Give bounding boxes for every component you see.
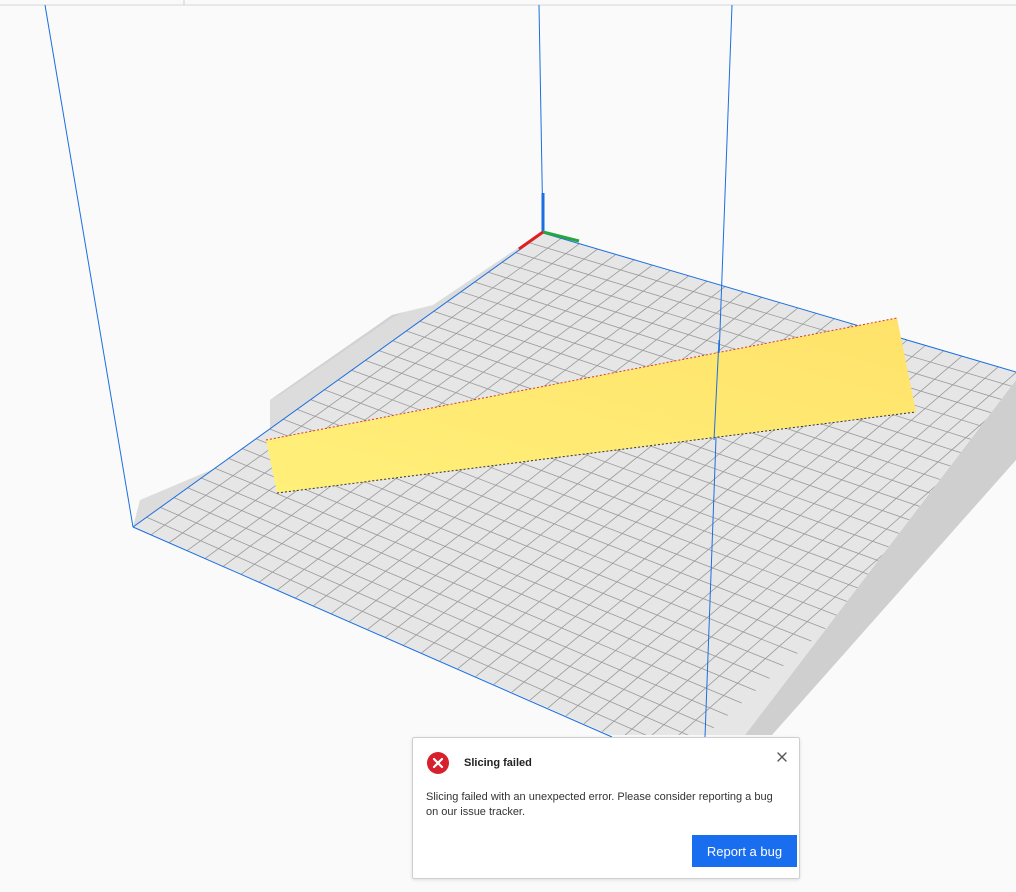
slicing-error-notification: Slicing failed Slicing failed with an un… [412,737,800,879]
close-icon[interactable] [775,750,789,764]
report-bug-button[interactable]: Report a bug [692,835,797,867]
volume-edge-left [44,4,134,528]
notification-title: Slicing failed [464,757,532,769]
3d-viewport[interactable]: Slicing failed Slicing failed with an un… [0,0,1016,892]
error-icon [427,752,449,774]
notification-message: Slicing failed with an unexpected error.… [426,791,773,818]
build-plate [133,233,1016,735]
